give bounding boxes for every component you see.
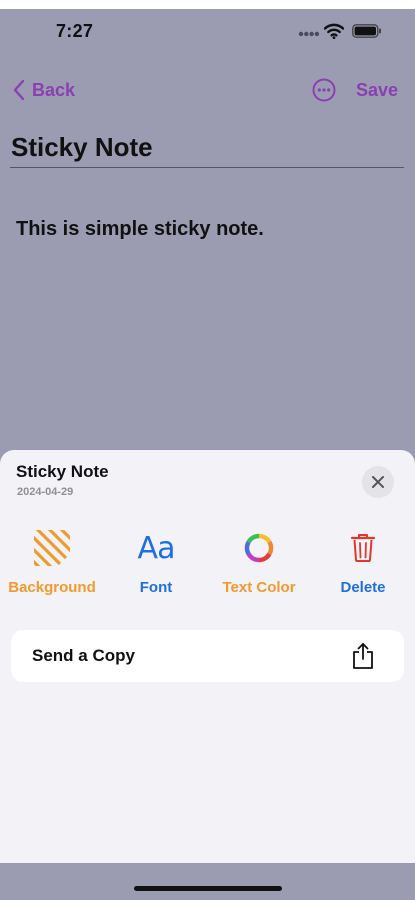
home-indicator[interactable] — [134, 886, 282, 891]
close-button[interactable] — [362, 466, 394, 498]
nav-bar: Back Save — [0, 70, 415, 110]
send-copy-label: Send a Copy — [32, 646, 135, 665]
note-title-field[interactable]: Sticky Note — [11, 132, 153, 163]
title-divider — [10, 167, 404, 168]
status-bar: 7:27 — [0, 9, 415, 53]
bottom-bar — [0, 863, 415, 900]
color-wheel-icon — [244, 533, 274, 563]
cellular-signal-icon — [298, 31, 320, 37]
top-strip — [0, 0, 415, 9]
font-button[interactable]: Aa Font — [104, 528, 208, 600]
text-color-label: Text Color — [222, 579, 296, 596]
close-icon — [372, 476, 384, 488]
more-options-icon[interactable] — [312, 78, 336, 102]
note-body-text[interactable]: This is simple sticky note. — [16, 218, 264, 241]
delete-label: Delete — [340, 579, 386, 596]
wifi-icon — [324, 23, 344, 39]
chevron-left-icon — [13, 79, 25, 101]
stripes-icon — [34, 530, 70, 566]
share-icon — [353, 643, 373, 669]
status-time: 7:27 — [56, 21, 94, 41]
font-label: Font — [139, 579, 173, 596]
sheet-date: 2024-04-29 — [17, 486, 74, 498]
send-copy-button[interactable]: Send a Copy — [11, 630, 404, 682]
sheet-title: Sticky Note — [16, 462, 109, 481]
background-button[interactable]: Background — [0, 528, 104, 600]
back-button[interactable]: Back — [12, 76, 75, 104]
options-sheet: Sticky Note 2024-04-29 Background Aa Fon… — [0, 450, 415, 863]
battery-icon — [352, 24, 381, 38]
text-color-button[interactable]: Text Color — [207, 528, 311, 600]
font-aa-icon: Aa — [137, 530, 176, 566]
delete-button[interactable]: Delete — [311, 528, 415, 600]
background-label: Background — [8, 579, 96, 596]
back-button-label: Back — [32, 79, 76, 100]
save-button[interactable]: Save — [356, 80, 398, 101]
trash-icon — [350, 534, 376, 562]
